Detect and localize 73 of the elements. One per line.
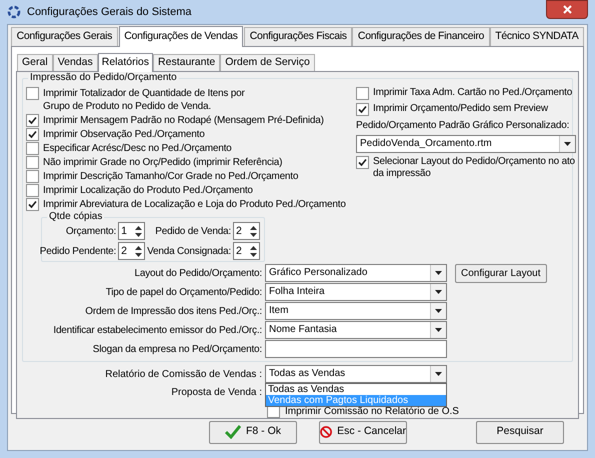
tab[interactable]: Técnico SYNDATA: [490, 27, 584, 46]
checkbox[interactable]: [26, 198, 39, 211]
checkbox-label: Imprimir Observação Ped./Orçamento: [43, 128, 205, 141]
checkbox[interactable]: [26, 142, 39, 155]
group-title: Impressão do Pedido/Orçamento: [28, 72, 179, 84]
spinner-arrows-icon[interactable]: [249, 244, 258, 258]
check-icon: [224, 425, 241, 439]
checkbox-label: Especificar Acrésc/Desc no Ped./Orçamento: [43, 142, 232, 155]
spinner-arrows-icon[interactable]: [134, 224, 144, 238]
window-title: Configurações Gerais do Sistema: [27, 4, 192, 20]
spin-field[interactable]: 2: [233, 222, 260, 240]
app-icon: [7, 5, 21, 19]
spin-field[interactable]: 2: [233, 242, 260, 260]
close-icon: [562, 5, 572, 14]
dropdown[interactable]: Gráfico Personalizado: [265, 264, 447, 282]
checkbox[interactable]: [26, 184, 39, 197]
checkbox-label: Imprimir Orçamento/Pedido sem Preview: [373, 103, 549, 115]
dropdown[interactable]: Item: [265, 302, 447, 320]
field-label: Venda Consignada:: [147, 244, 231, 258]
field-label: Layout do Pedido/Orçamento:: [134, 266, 262, 280]
dropdown[interactable]: PedidoVenda_Orcamento.rtm: [356, 135, 576, 153]
tab[interactable]: Configurações de Financeiro: [352, 27, 490, 46]
dropdown[interactable]: Nome Fantasia: [265, 321, 447, 339]
field-label: Pedido Pendente:: [40, 244, 116, 258]
close-button[interactable]: [546, 0, 588, 19]
no-entry-icon: [320, 425, 332, 439]
cancel-button[interactable]: Esc - Cancelar: [319, 420, 407, 444]
dropdown-option[interactable]: Todas as Vendas: [266, 384, 446, 395]
configure-layout-button[interactable]: Configurar Layout: [455, 264, 546, 282]
checkbox-label: Imprimir Totalizador de Quantidade de Itens por Grupo de Produto no Pedido de Venda.: [43, 87, 246, 113]
search-button[interactable]: Pesquisar: [476, 420, 564, 444]
spin-field[interactable]: 2: [118, 242, 146, 260]
spinner-arrows-icon[interactable]: [134, 244, 144, 258]
field-label: Orçamento:: [64, 224, 116, 238]
checkbox-label: Imprimir Mensagem Padrão no Rodapé (Mensagem Pré-Definida): [43, 114, 324, 127]
field-label: Pedido de Venda:: [154, 224, 231, 238]
tab[interactable]: Ordem de Serviço: [220, 54, 315, 71]
checkbox[interactable]: [26, 87, 39, 100]
checkbox[interactable]: [26, 114, 39, 127]
tab[interactable]: Vendas: [52, 54, 98, 71]
field-label: Identificar estabelecimento emissor do Ped./Orç.:: [52, 324, 262, 338]
checkbox-label: Imprimir Descrição Tamanho/Cor Grade no Ped./Orçamento: [43, 170, 298, 183]
checkbox[interactable]: [356, 87, 369, 100]
text-field[interactable]: [265, 340, 447, 358]
checkbox[interactable]: [26, 156, 39, 169]
field-label: Tipo de papel do Orçamento/Pedido:: [104, 286, 262, 300]
field-label: Proposta de Venda :: [170, 386, 262, 400]
group-title: Qtde cópias: [47, 211, 104, 223]
checkbox-label: Não imprimir Grade no Orç/Pedido (imprimir Referência): [43, 156, 282, 169]
tab[interactable]: Geral: [17, 54, 53, 71]
checkbox[interactable]: [356, 103, 369, 116]
spin-field[interactable]: 1: [118, 222, 146, 240]
checkbox-label: Selecionar Layout do Pedido/Orçamento no ato da impressão: [373, 156, 576, 180]
field-label: Relatório de Comissão de Vendas :: [104, 368, 262, 382]
field-label: Slogan da empresa no Ped/Orçamento:: [92, 342, 262, 356]
tab[interactable]: Relatórios: [98, 53, 154, 72]
tab[interactable]: Configurações Fiscais: [244, 27, 352, 46]
tab[interactable]: Configurações Gerais: [11, 27, 118, 46]
checkbox-label: Imprimir Abreviatura de Localização e Loja do Produto Ped./Orçamento: [43, 198, 346, 211]
ok-button[interactable]: F8 - Ok: [209, 420, 297, 444]
checkbox-label: Imprimir Localização do Produto Ped./Orçamento: [43, 184, 253, 197]
checkbox[interactable]: [26, 128, 39, 141]
checkbox-label: Imprimir Taxa Adm. Cartão no Ped./Orçamento: [373, 87, 574, 99]
field-label: Ordem de Impressão dos itens Ped./Orç.:: [84, 304, 262, 318]
checkbox[interactable]: [356, 156, 369, 169]
field-label: Pedido/Orçamento Padrão Gráfico Personalizado:: [356, 119, 570, 132]
checkbox-label: Imprimir Comissão no Relatório de O.S: [285, 406, 459, 418]
tab[interactable]: Configurações de Vendas: [118, 26, 244, 47]
spinner-arrows-icon[interactable]: [249, 224, 258, 238]
dropdown[interactable]: Folha Inteira: [265, 283, 447, 301]
checkbox[interactable]: [26, 170, 39, 183]
dropdown[interactable]: Todas as Vendas: [265, 365, 447, 383]
tab[interactable]: Restaurante: [153, 54, 220, 71]
